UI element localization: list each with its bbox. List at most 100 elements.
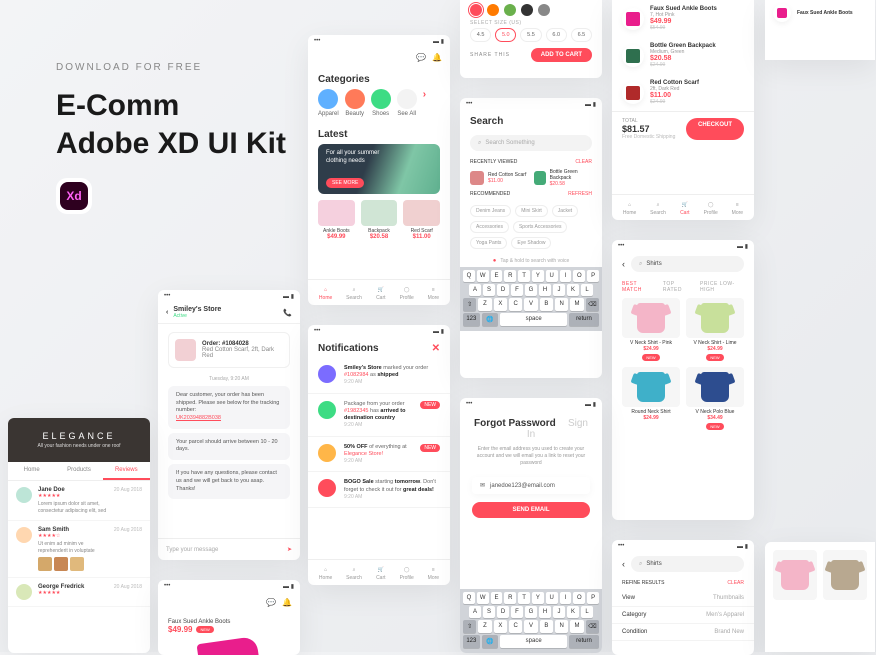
chevron-right-icon[interactable]: › — [423, 89, 426, 117]
size-option[interactable]: 4.5 — [470, 28, 491, 42]
chip[interactable]: Sports Accessories — [513, 221, 568, 233]
new-badge: NEW — [196, 626, 213, 633]
chip[interactable]: Mini Skirt — [515, 205, 548, 217]
product-card[interactable]: V Neck Shirt - Pink$24.99NEW — [622, 298, 680, 361]
tab-search[interactable]: ⌕Search — [346, 565, 362, 581]
swatch[interactable] — [470, 4, 482, 16]
refresh-button[interactable]: REFRESH — [568, 191, 592, 197]
avatar — [16, 527, 32, 543]
status-bar: •••▬ ▮ — [460, 398, 602, 410]
filter-row[interactable]: ViewThumbnails — [612, 590, 754, 607]
category-beauty[interactable]: Beauty — [345, 89, 365, 117]
back-icon[interactable]: ‹ — [166, 309, 168, 316]
tab-profile[interactable]: ◯Profile — [400, 565, 414, 581]
tab-search[interactable]: ⌕Search — [346, 285, 362, 301]
clear-button[interactable]: CLEAR — [575, 159, 592, 165]
filter-row[interactable]: ConditionBrand New — [612, 624, 754, 641]
swatch[interactable] — [504, 4, 516, 16]
cart-item[interactable]: Faux Sued Ankle Boots7, Hot Pink$49.99$5… — [612, 0, 754, 37]
notification-item[interactable]: 50% OFF of everything at Elegance Store!… — [308, 437, 450, 473]
keyboard[interactable]: QWERTYUIOP ASDFGHJKL ⇧ZXCVBNM⌫ 123🌐space… — [460, 589, 602, 653]
tab-home[interactable]: Home — [8, 462, 55, 480]
tab-home[interactable]: ⌂Home — [623, 200, 636, 216]
chat-icon[interactable]: 💬 — [266, 598, 276, 607]
recent-item[interactable]: Red Cotton Scarf$11.00 — [470, 169, 528, 187]
category-apparel[interactable]: Apparel — [318, 89, 339, 117]
send-icon[interactable]: ➤ — [287, 546, 292, 553]
notification-item[interactable]: BOGO Sale starting tomorrow. Don't forge… — [308, 472, 450, 508]
tab-home[interactable]: ⌂Home — [319, 285, 332, 301]
tab-cart[interactable]: 🛒Cart — [680, 200, 690, 216]
notification-item[interactable]: Package from your order #1982345 has arr… — [308, 394, 450, 437]
status-bar: •••▬ ▮ — [308, 35, 450, 47]
filter-tab[interactable]: TOP RATED — [663, 281, 692, 293]
category-see-all[interactable]: See All — [397, 89, 417, 117]
share-label[interactable]: SHARE THIS — [470, 52, 510, 58]
screen-search: •••▬ ▮ Search ⌕ Search Something RECENTL… — [460, 98, 602, 378]
tab-products[interactable]: Products — [55, 462, 102, 480]
chip[interactable]: Jacket — [552, 205, 578, 217]
keyboard[interactable]: QWERTYUIOP ASDFGHJKL ⇧ZXCVBNM⌫ 123🌐space… — [460, 267, 602, 331]
clear-button[interactable]: CLEAR — [727, 580, 744, 586]
tab-more[interactable]: ≡More — [732, 200, 743, 216]
cart-item[interactable]: Red Cotton Scarf2ft, Dark Red$11.00$24.9… — [612, 74, 754, 111]
filter-tab[interactable]: PRICE LOW-HIGH — [700, 281, 744, 293]
chip[interactable]: Yoga Pants — [470, 237, 507, 249]
product-card[interactable]: Ankle Boots$49.99 — [318, 200, 355, 240]
search-input[interactable]: ⌕ Search Something — [470, 135, 592, 151]
store-name: Smiley's Store — [173, 306, 283, 313]
promo-banner[interactable]: For all your summer clothing needs SEE M… — [318, 144, 440, 194]
tab-cart[interactable]: 🛒Cart — [376, 565, 386, 581]
order-card[interactable]: Order: #1084028 Red Cotton Scarf, 2ft, D… — [168, 332, 290, 368]
tab-more[interactable]: ≡More — [428, 285, 439, 301]
cart-item[interactable]: Bottle Green BackpackMedium, Green$20.58… — [612, 37, 754, 74]
voice-hint[interactable]: Tap & hold to search with voice — [460, 253, 602, 267]
review-photo[interactable] — [54, 557, 68, 571]
review-photo[interactable] — [70, 557, 84, 571]
close-icon[interactable]: ✕ — [432, 343, 440, 354]
review-photo[interactable] — [38, 557, 52, 571]
chip[interactable]: Eye Shadow — [511, 237, 551, 249]
size-option[interactable]: 6.5 — [571, 28, 592, 42]
search-input[interactable]: ⌕ Shirts — [631, 256, 744, 272]
call-icon[interactable]: 📞 — [283, 309, 292, 317]
size-option[interactable]: 5.0 — [495, 28, 516, 42]
tab-profile[interactable]: ◯Profile — [704, 200, 718, 216]
product-card[interactable]: V Neck Shirt - Lime$24.99NEW — [686, 298, 744, 361]
chat-icon[interactable]: 💬 — [416, 53, 426, 62]
swatch[interactable] — [538, 4, 550, 16]
chip[interactable]: Accessories — [470, 221, 509, 233]
tab-search[interactable]: ⌕Search — [650, 200, 666, 216]
filter-tab[interactable]: BEST MATCH — [622, 281, 655, 293]
tab-profile[interactable]: ◯Profile — [400, 285, 414, 301]
tab-cart[interactable]: 🛒Cart — [376, 285, 386, 301]
send-email-button[interactable]: SEND EMAIL — [472, 502, 590, 518]
tab-more[interactable]: ≡More — [428, 565, 439, 581]
size-option[interactable]: 5.5 — [520, 28, 541, 42]
product-card[interactable]: Red Scarf$11.00 — [403, 200, 440, 240]
notif-icon[interactable]: 🔔 — [432, 53, 442, 62]
checkout-button[interactable]: CHECKOUT — [686, 118, 744, 140]
back-icon[interactable]: ‹ — [622, 259, 625, 269]
search-input[interactable]: ⌕ Shirts — [631, 556, 744, 572]
back-icon[interactable]: ‹ — [622, 559, 625, 569]
tab-reviews[interactable]: Reviews — [103, 462, 150, 480]
product-card[interactable]: Backpack$20.58 — [361, 200, 398, 240]
product-card[interactable]: V Neck Polo Blue$34.49NEW — [686, 367, 744, 430]
email-field[interactable]: ✉ janedoe123@email.com — [472, 477, 590, 494]
tracking-link[interactable]: UK20394882B038 — [176, 415, 221, 421]
tab-home[interactable]: ⌂Home — [319, 565, 332, 581]
category-shoes[interactable]: Shoes — [371, 89, 391, 117]
swatch[interactable] — [487, 4, 499, 16]
filter-row[interactable]: CategoryMen's Apparel — [612, 607, 754, 624]
notif-icon[interactable]: 🔔 — [282, 598, 292, 607]
promo-button[interactable]: SEE MORE — [326, 178, 364, 188]
swatch[interactable] — [521, 4, 533, 16]
message-input[interactable]: Type your message ➤ — [158, 538, 300, 560]
product-card[interactable]: Round Neck Shirt$24.99 — [622, 367, 680, 430]
size-option[interactable]: 6.0 — [546, 28, 567, 42]
add-to-cart-button[interactable]: ADD TO CART — [531, 48, 592, 62]
recent-item[interactable]: Bottle Green Backpack$20.58 — [534, 169, 592, 187]
notification-item[interactable]: Smiley's Store marked your order #108298… — [308, 358, 450, 394]
chip[interactable]: Denim Jeans — [470, 205, 511, 217]
